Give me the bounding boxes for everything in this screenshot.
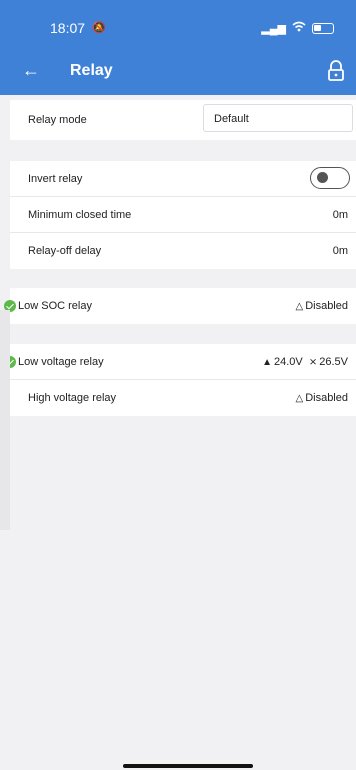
signal-icon: ▂▄▆ <box>261 22 286 35</box>
low-soc-value: △ Disabled <box>295 300 348 312</box>
relay-mode-row: Relay mode Default <box>10 100 356 140</box>
relay-off-delay-row[interactable]: Relay-off delay 0m <box>10 233 356 269</box>
left-edge-shadow <box>0 310 10 530</box>
nav-bar: ← Relay <box>0 50 356 95</box>
bell-filled-icon: ▲ <box>262 357 272 368</box>
bell-outline-icon: △ <box>295 301 304 312</box>
relay-mode-group: Relay mode Default <box>10 100 356 140</box>
low-soc-row[interactable]: Low SOC relay △ Disabled <box>4 288 356 324</box>
wifi-icon <box>292 21 306 35</box>
relay-mode-select[interactable]: Default <box>203 104 353 132</box>
min-closed-time-row[interactable]: Minimum closed time 0m <box>10 197 356 233</box>
low-voltage-row[interactable]: Low voltage relay ▲ 24.0V ⨯ 26.5V <box>4 344 356 380</box>
high-voltage-value: △ Disabled <box>295 392 348 404</box>
high-voltage-status: Disabled <box>305 392 348 404</box>
high-voltage-label: High voltage relay <box>28 392 117 404</box>
app-header: 18:07 🔕 ▂▄▆ ← Relay <box>0 0 356 95</box>
bell-outline-icon: △ <box>295 393 304 404</box>
back-arrow-icon[interactable]: ← <box>22 60 40 81</box>
low-voltage-value: ▲ 24.0V ⨯ 26.5V <box>262 356 348 368</box>
voltage-relay-group: Low voltage relay ▲ 24.0V ⨯ 26.5V High vol… <box>4 344 356 416</box>
invert-relay-row: Invert relay <box>10 161 356 197</box>
relay-mode-label: Relay mode <box>28 114 87 126</box>
low-soc-label: Low SOC relay <box>18 300 92 312</box>
status-bar: 18:07 🔕 ▂▄▆ <box>0 0 356 50</box>
bell-off-icon: 🔕 <box>92 22 106 34</box>
page-title: Relay <box>70 62 113 79</box>
min-closed-time-label: Minimum closed time <box>28 209 132 221</box>
low-voltage-off: 26.5V <box>319 356 348 368</box>
low-soc-status: Disabled <box>305 300 348 312</box>
low-voltage-label: Low voltage relay <box>18 356 104 368</box>
high-voltage-row[interactable]: High voltage relay △ Disabled <box>10 380 356 416</box>
relay-mode-value: Default <box>214 113 249 125</box>
lock-icon[interactable] <box>326 60 346 82</box>
low-soc-group: Low SOC relay △ Disabled <box>4 288 356 324</box>
invert-relay-toggle[interactable] <box>310 167 350 189</box>
relay-off-delay-value: 0m <box>332 245 348 257</box>
invert-relay-label: Invert relay <box>28 173 83 185</box>
toggle-knob <box>317 172 328 183</box>
relay-off-delay-label: Relay-off delay <box>28 245 102 257</box>
min-closed-time-value: 0m <box>332 209 348 221</box>
low-voltage-on: 24.0V <box>273 356 303 368</box>
status-time: 18:07 <box>50 20 86 36</box>
battery-icon <box>312 22 334 34</box>
home-indicator[interactable] <box>123 764 253 768</box>
bell-off-icon: ⨯ <box>308 357 318 368</box>
invert-relay-group: Invert relay Minimum closed time 0m Rela… <box>10 161 356 269</box>
status-icons: ▂▄▆ <box>261 21 334 35</box>
